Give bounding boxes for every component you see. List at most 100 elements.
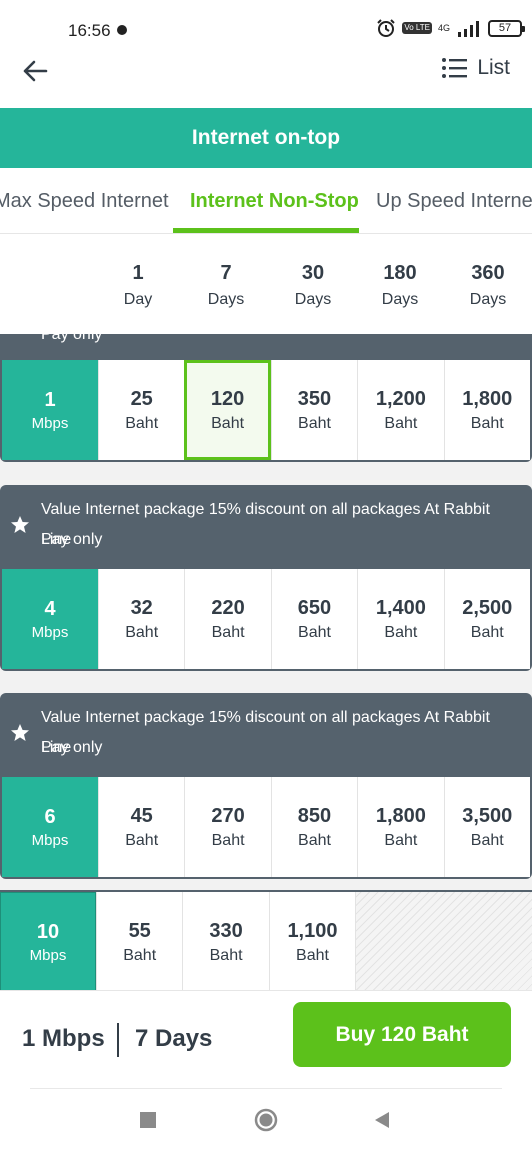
speed-cell[interactable]: 1 Mbps — [2, 360, 98, 460]
price-unit: Baht — [125, 623, 159, 641]
price-unit: Baht — [296, 946, 329, 964]
duration-header: 1 Day 7 Days 30 Days 180 Days 360 Days — [0, 234, 532, 334]
price-unit: Baht — [123, 946, 157, 964]
price-option[interactable]: 650 Baht — [270, 569, 358, 669]
price-option[interactable]: 850 Baht — [270, 777, 358, 877]
list-label: List — [477, 56, 510, 79]
star-icon — [11, 516, 29, 533]
notification-dot-icon — [117, 25, 127, 35]
tab-internet-non-stop[interactable]: Internet Non-Stop — [190, 190, 359, 213]
active-tab-indicator — [173, 228, 359, 233]
package-card-6mbps: Value Internet package 15% discount on a… — [0, 693, 532, 879]
volte-icon: Vo LTE — [402, 22, 432, 34]
tab-bar: Max Speed Internet Internet Non-Stop Up … — [0, 168, 532, 234]
price-unit: Baht — [211, 414, 245, 432]
price-unit: Baht — [125, 414, 159, 432]
price-option[interactable]: 1,800 Baht — [357, 777, 444, 877]
price-option[interactable]: 1,100 Baht — [268, 892, 356, 990]
package-card-1mbps: Pay only 1 Mbps 25 Baht 120 Baht 350 Bah… — [0, 334, 532, 462]
price-option[interactable]: 1,400 Baht — [357, 569, 444, 669]
price-value: 1,400 — [375, 596, 426, 619]
purchase-bar: 1 Mbps 7 Days Buy 120 Baht — [0, 990, 532, 1088]
price-option[interactable]: 45 Baht — [98, 777, 185, 877]
list-button[interactable]: List — [441, 56, 510, 80]
duration-value: 1 — [132, 262, 144, 284]
price-value: 220 — [211, 596, 245, 619]
price-option[interactable]: 270 Baht — [184, 777, 271, 877]
speed-cell[interactable]: 4 Mbps — [2, 569, 98, 669]
duration-unit: Day — [123, 291, 153, 308]
speed-value: 4 — [44, 597, 56, 620]
speed-value: 6 — [44, 805, 56, 828]
price-option[interactable]: 55 Baht — [96, 892, 183, 990]
speed-unit: Mbps — [31, 831, 69, 849]
duration-unit: Days — [207, 291, 245, 308]
speed-unit: Mbps — [31, 414, 69, 432]
tab-max-speed-internet[interactable]: Max Speed Internet — [0, 190, 169, 213]
status-icons: Vo LTE 4G 57 — [376, 18, 525, 38]
price-value: 330 — [209, 919, 243, 942]
package-list[interactable]: Pay only 1 Mbps 25 Baht 120 Baht 350 Bah… — [0, 334, 532, 990]
price-unit: Baht — [470, 831, 504, 849]
divider — [30, 1088, 502, 1089]
speed-value: 10 — [36, 920, 60, 943]
duration-value: 180 — [383, 262, 417, 284]
package-description: Pay only — [41, 739, 103, 756]
package-description: Pay only — [41, 531, 103, 548]
price-option[interactable]: 1,200 Baht — [357, 360, 444, 460]
network-type: 4G — [437, 23, 450, 33]
alarm-icon — [377, 19, 396, 37]
price-option[interactable]: 32 Baht — [98, 569, 185, 669]
price-option[interactable]: 330 Baht — [182, 892, 269, 990]
duration-value: 360 — [471, 262, 505, 284]
price-option[interactable]: 2,500 Baht — [443, 569, 530, 669]
selected-duration: 7 Days — [135, 1025, 213, 1052]
star-icon — [11, 724, 29, 741]
app-header: List — [0, 44, 532, 108]
price-option[interactable]: 1,800 Baht — [443, 360, 530, 460]
package-row-10mbps: 10 Mbps 55 Baht 330 Baht 1,100 Baht — [0, 890, 532, 990]
price-value: 1,800 — [375, 804, 426, 827]
speed-cell[interactable]: 6 Mbps — [2, 777, 98, 877]
price-value: 2,500 — [462, 596, 513, 619]
price-unit: Baht — [470, 414, 504, 432]
price-unit: Baht — [125, 831, 159, 849]
price-unit: Baht — [470, 623, 504, 641]
price-unit: Baht — [298, 623, 331, 641]
home-icon[interactable] — [254, 1108, 278, 1132]
speed-unit: Mbps — [29, 946, 67, 964]
speed-value: 1 — [44, 388, 56, 411]
package-row: 4 Mbps 32 Baht 220 Baht 650 Baht 1,400 B… — [2, 569, 530, 669]
price-value: 25 — [130, 387, 153, 410]
recent-apps-icon[interactable] — [136, 1108, 160, 1132]
signal-icon — [458, 21, 479, 37]
price-option[interactable]: 25 Baht — [98, 360, 185, 460]
package-row: 6 Mbps 45 Baht 270 Baht 850 Baht 1,800 B… — [2, 777, 530, 877]
package-row: 1 Mbps 25 Baht 120 Baht 350 Baht 1,200 B… — [2, 360, 530, 460]
buy-button[interactable]: Buy 120 Baht — [293, 1002, 511, 1067]
price-option-selected[interactable]: 120 Baht — [184, 360, 271, 460]
status-time: 16:56 — [68, 21, 111, 40]
price-value: 32 — [130, 596, 153, 619]
page-title-banner: Internet on-top — [0, 108, 532, 168]
duration-unit: Days — [469, 291, 507, 308]
price-unit: Baht — [384, 414, 418, 432]
price-value: 270 — [211, 804, 245, 827]
list-icon — [442, 58, 468, 78]
price-option[interactable]: 350 Baht — [270, 360, 358, 460]
price-option[interactable]: 3,500 Baht — [443, 777, 530, 877]
speed-cell[interactable]: 10 Mbps — [0, 892, 96, 990]
price-value: 3,500 — [462, 804, 513, 827]
back-triangle-icon[interactable] — [370, 1108, 394, 1132]
divider — [117, 1023, 119, 1057]
tab-up-speed-internet[interactable]: Up Speed Internet — [376, 190, 532, 213]
duration-unit: Days — [381, 291, 419, 308]
battery-level: 57 — [498, 21, 512, 34]
arrow-left-icon[interactable] — [20, 56, 50, 86]
package-description: Pay only — [41, 334, 103, 343]
duration-unit: Days — [294, 291, 332, 308]
price-unit: Baht — [384, 831, 418, 849]
price-value: 650 — [297, 596, 332, 619]
price-option[interactable]: 220 Baht — [184, 569, 271, 669]
price-value: 55 — [128, 919, 151, 942]
